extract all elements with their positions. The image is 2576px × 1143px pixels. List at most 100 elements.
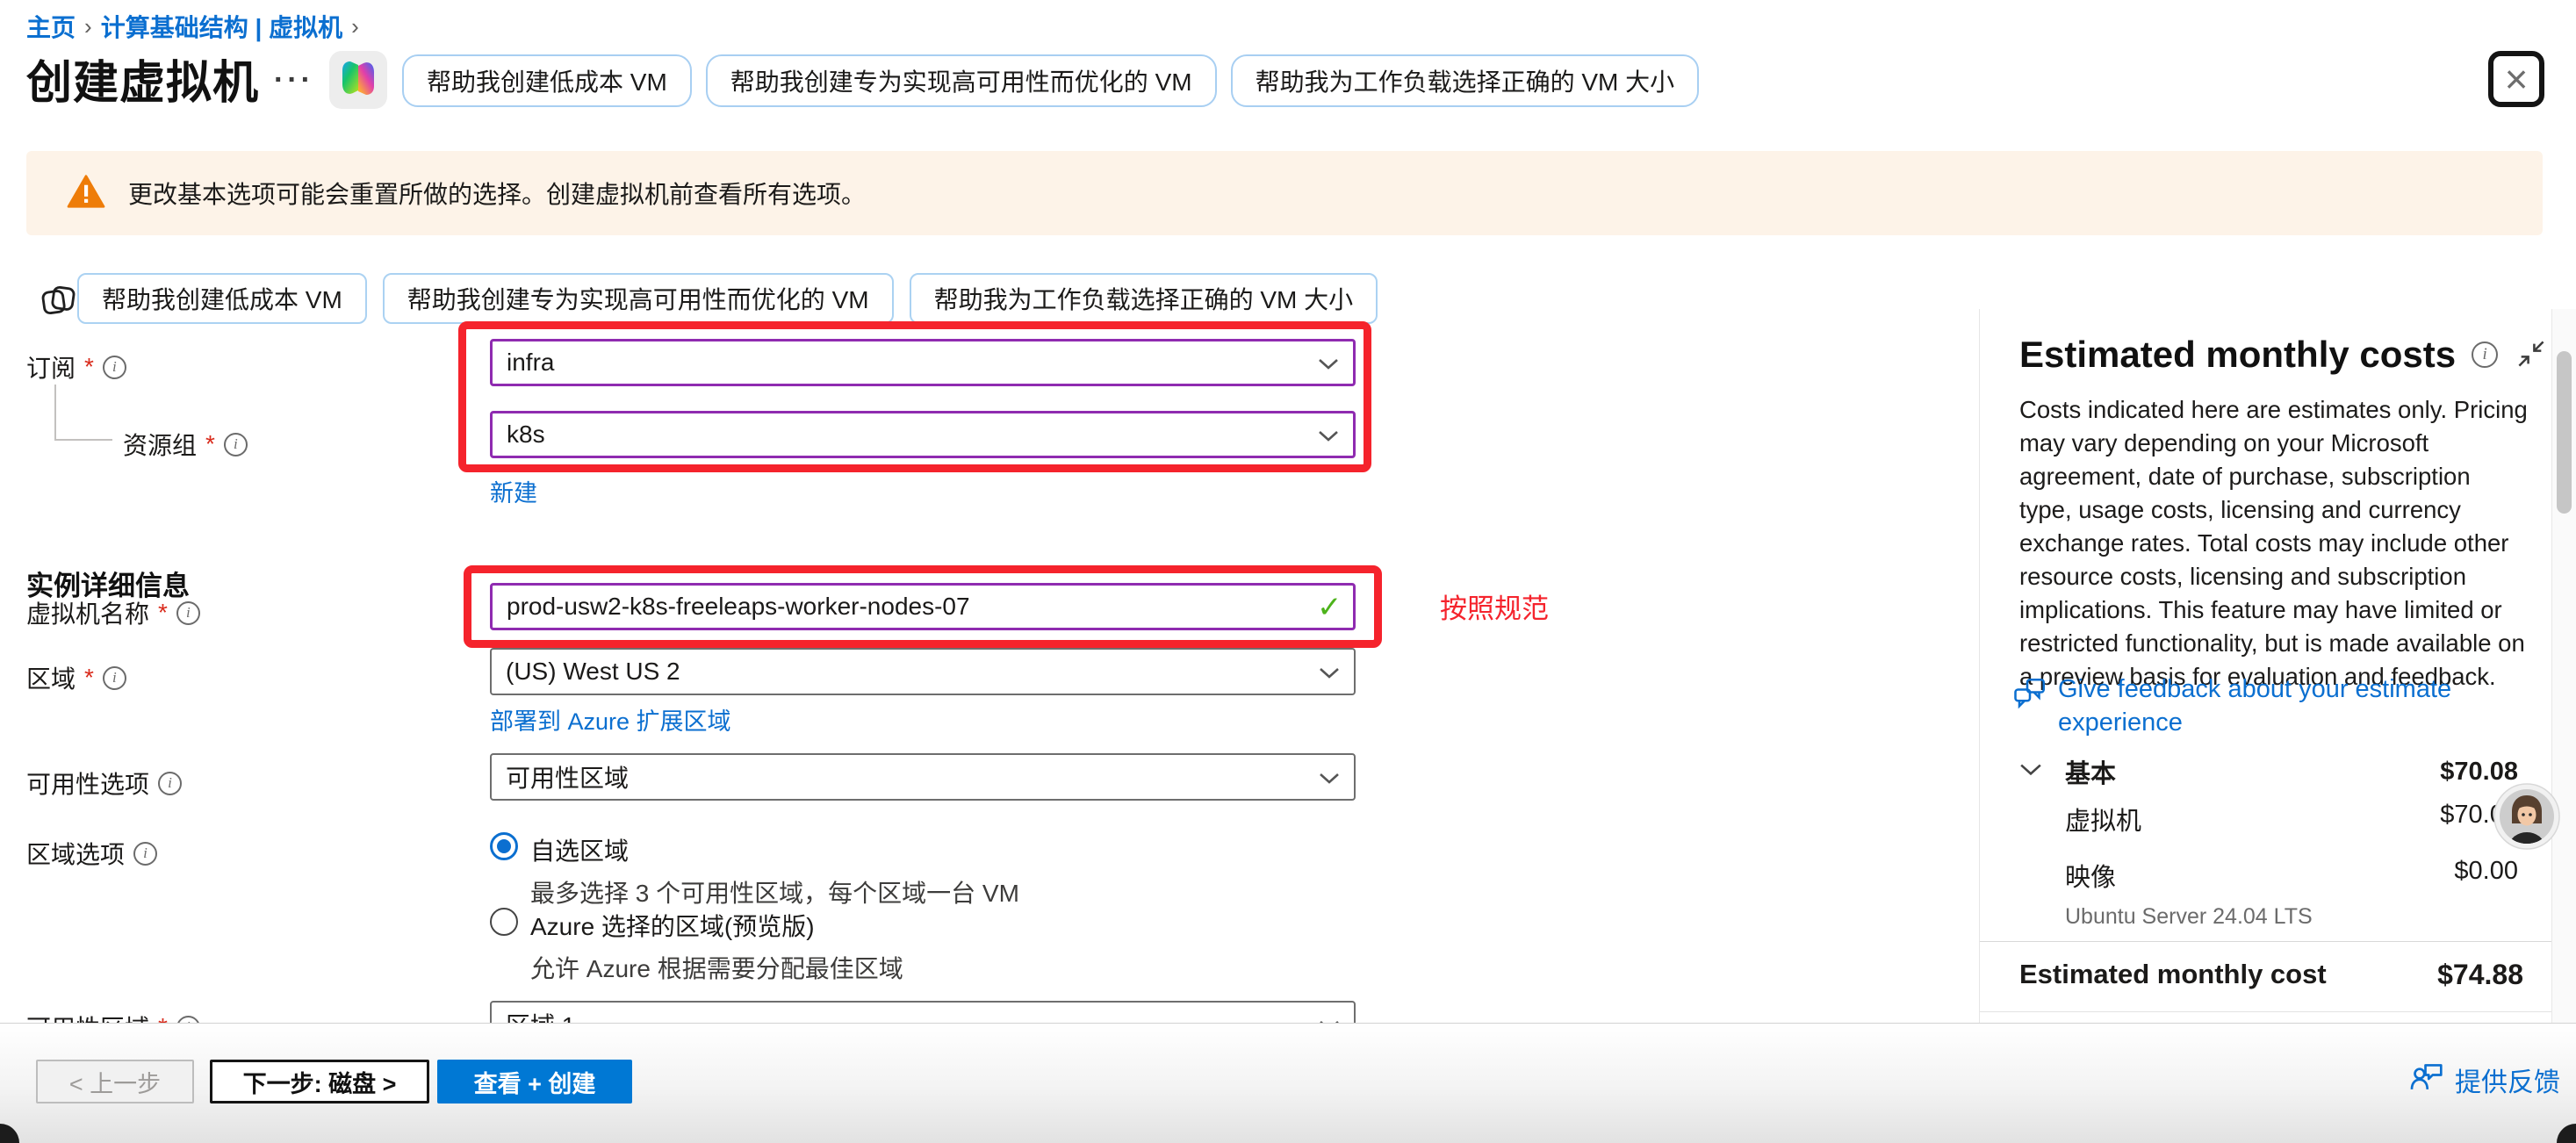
resource-group-dropdown[interactable]: k8s — [490, 411, 1356, 458]
deploy-extended-zones-link[interactable]: 部署到 Azure 扩展区域 — [490, 702, 731, 737]
zone-option-label: Azure 选择的区域(预览版) — [530, 908, 903, 943]
subscription-value: infra — [507, 349, 554, 377]
chevron-down-icon — [1319, 658, 1340, 686]
cost-group-row[interactable]: 基本 $70.08 — [2019, 753, 2518, 790]
assistant-avatar[interactable] — [2493, 783, 2560, 850]
warning-banner: 更改基本选项可能会重置所做的选择。创建虚拟机前查看所有选项。 — [26, 151, 2543, 235]
suggest-low-cost-vm-button[interactable]: 帮助我创建低成本 VM — [402, 54, 692, 107]
give-feedback-label: 提供反馈 — [2455, 1060, 2560, 1099]
suggest-right-vm-size-button[interactable]: 帮助我为工作负载选择正确的 VM 大小 — [1231, 54, 1700, 107]
region-value: (US) West US 2 — [506, 658, 680, 686]
availability-options-dropdown[interactable]: 可用性区域 — [490, 753, 1356, 801]
cost-item-sublabel: Ubuntu Server 24.04 LTS — [2065, 904, 2313, 930]
availability-zone-label: 可用性区域 * i — [26, 1010, 200, 1023]
cost-item-amount: $0.00 — [2454, 857, 2518, 894]
chevron-down-icon — [1319, 1010, 1340, 1023]
chevron-down-icon — [1318, 421, 1339, 449]
suggest-low-cost-vm-button-2[interactable]: 帮助我创建低成本 VM — [77, 273, 367, 324]
cost-item-row: 映像 $0.00 — [2065, 857, 2518, 894]
cost-item-label: 虚拟机 — [2065, 801, 2141, 837]
subscription-dropdown[interactable]: infra — [490, 339, 1356, 386]
zone-option-label: 自选区域 — [530, 832, 1019, 867]
resource-group-label: 资源组 * i — [123, 427, 248, 462]
collapse-icon[interactable] — [2516, 339, 2546, 373]
cost-total-label: Estimated monthly cost — [2019, 959, 2327, 991]
availability-options-value: 可用性区域 — [506, 759, 629, 794]
radio-unselected-icon[interactable] — [490, 908, 518, 936]
cost-item-row: 虚拟机 $70.08 — [2065, 801, 2518, 837]
copilot-button[interactable] — [329, 51, 387, 109]
previous-button[interactable]: < 上一步 — [36, 1060, 194, 1103]
breadcrumb-home[interactable]: 主页 — [26, 9, 76, 44]
region-label: 区域 * i — [26, 660, 126, 695]
breadcrumb-separator: › — [342, 13, 368, 40]
zone-option-self-select[interactable]: 自选区域 最多选择 3 个可用性区域，每个区域一台 VM — [490, 832, 1019, 909]
review-create-button[interactable]: 查看 + 创建 — [437, 1060, 632, 1103]
suggest-high-availability-vm-button[interactable]: 帮助我创建专为实现高可用性而优化的 VM — [706, 54, 1217, 107]
next-disks-button[interactable]: 下一步: 磁盘 > — [210, 1060, 429, 1103]
info-icon[interactable]: i — [158, 772, 182, 795]
cost-item-label: 映像 — [2065, 857, 2116, 894]
suggest-right-vm-size-button-2[interactable]: 帮助我为工作负载选择正确的 VM 大小 — [910, 273, 1378, 324]
valid-check-icon: ✓ — [1317, 590, 1342, 625]
required-asterisk: * — [158, 1013, 168, 1023]
copilot-outline-icon — [35, 277, 81, 327]
required-asterisk: * — [158, 599, 168, 627]
more-options-button[interactable]: ··· — [274, 63, 314, 97]
suggest-high-availability-vm-button-2[interactable]: 帮助我创建专为实现高可用性而优化的 VM — [383, 273, 894, 324]
info-icon[interactable]: i — [133, 842, 157, 866]
divider — [1980, 1011, 2551, 1012]
resource-group-value: k8s — [507, 421, 545, 449]
info-icon[interactable]: i — [176, 601, 200, 625]
required-asterisk: * — [205, 430, 215, 458]
zone-option-description: 允许 Azure 根据需要分配最佳区域 — [530, 950, 903, 985]
give-feedback-button[interactable]: 提供反馈 — [2409, 1060, 2560, 1099]
annotation-text: 按照规范 — [1440, 586, 1549, 626]
scrollbar-thumb[interactable] — [2557, 351, 2572, 514]
required-asterisk: * — [84, 664, 94, 692]
close-button[interactable]: × — [2488, 51, 2544, 107]
divider — [1980, 941, 2551, 942]
chevron-down-icon[interactable] — [2019, 763, 2042, 781]
zone-option-azure-select[interactable]: Azure 选择的区域(预览版) 允许 Azure 根据需要分配最佳区域 — [490, 908, 903, 985]
feedback-bubbles-icon — [2014, 678, 2046, 719]
info-icon[interactable]: i — [103, 666, 126, 690]
warning-icon — [67, 174, 105, 213]
info-icon[interactable]: i — [176, 1016, 200, 1024]
create-new-resource-group-link[interactable]: 新建 — [490, 474, 537, 508]
chevron-down-icon — [1319, 763, 1340, 791]
cost-group-label: 基本 — [2065, 753, 2116, 790]
header-copilot-suggestions: 帮助我创建低成本 VM 帮助我创建专为实现高可用性而优化的 VM 帮助我为工作负… — [402, 54, 1699, 107]
breadcrumb: 主页 › 计算基础结构 | 虚拟机 › — [26, 9, 368, 44]
breadcrumb-separator: › — [76, 13, 101, 40]
zone-option-description: 最多选择 3 个可用性区域，每个区域一台 VM — [530, 874, 1019, 909]
zone-options-label: 区域选项 i — [26, 836, 157, 871]
field-connector-line — [54, 385, 112, 441]
availability-zone-value: 区域 1 — [506, 1007, 575, 1023]
vm-name-label: 虚拟机名称 * i — [26, 595, 200, 630]
inline-copilot-suggestions: 帮助我创建低成本 VM 帮助我创建专为实现高可用性而优化的 VM 帮助我为工作负… — [77, 273, 1378, 324]
info-icon[interactable]: i — [224, 433, 248, 456]
info-icon[interactable]: i — [2472, 341, 2498, 368]
cost-total-amount: $74.88 — [2437, 959, 2523, 991]
copilot-icon — [337, 57, 379, 104]
region-dropdown[interactable]: (US) West US 2 — [490, 648, 1356, 695]
page-title: 创建虚拟机 — [26, 46, 259, 111]
estimate-feedback-link[interactable]: Give feedback about your estimate experi… — [2014, 672, 2532, 739]
cost-panel-title: Estimated monthly costs — [2019, 334, 2456, 376]
availability-zone-dropdown[interactable]: 区域 1 — [490, 1001, 1356, 1023]
close-icon: × — [2505, 59, 2529, 99]
availability-options-label: 可用性选项 i — [26, 766, 182, 801]
cost-total-row: Estimated monthly cost $74.88 — [2019, 959, 2523, 991]
subscription-label: 订阅 * i — [26, 349, 126, 385]
chevron-down-icon — [1318, 349, 1339, 377]
warning-text: 更改基本选项可能会重置所做的选择。创建虚拟机前查看所有选项。 — [128, 176, 866, 211]
info-icon[interactable]: i — [103, 356, 126, 379]
breadcrumb-virtual-machines[interactable]: 计算基础结构 | 虚拟机 — [101, 9, 342, 44]
radio-selected-icon[interactable] — [490, 832, 518, 860]
create-vm-page: 主页 › 计算基础结构 | 虚拟机 › 创建虚拟机 ··· — [0, 0, 2576, 1143]
page-content: 主页 › 计算基础结构 | 虚拟机 › 创建虚拟机 ··· — [0, 0, 2576, 1023]
vm-name-input[interactable] — [490, 583, 1356, 630]
person-feedback-icon — [2409, 1060, 2444, 1099]
cost-panel-header: Estimated monthly costs i — [2019, 334, 2498, 376]
